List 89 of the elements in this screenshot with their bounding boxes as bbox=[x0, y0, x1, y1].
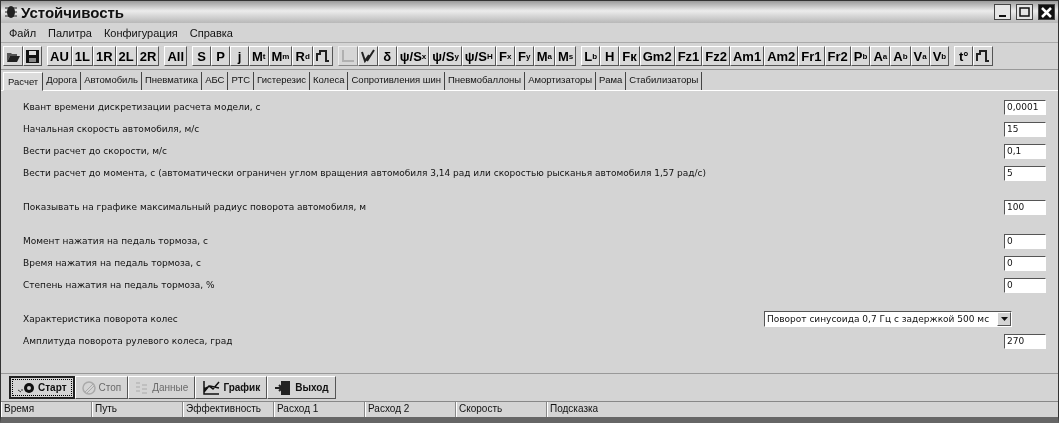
input-field[interactable]: 0,0001 bbox=[1004, 99, 1046, 115]
status-panel: Скорость bbox=[456, 402, 547, 417]
input-field[interactable]: 0 bbox=[1004, 255, 1046, 271]
menu-item[interactable]: Палитра bbox=[48, 26, 92, 39]
toolbar-button[interactable]: t° bbox=[954, 46, 974, 66]
dropdown-arrow-icon bbox=[1000, 317, 1008, 321]
toolbar-button[interactable]: Fr2 bbox=[824, 46, 851, 66]
toolbar-button[interactable] bbox=[23, 46, 42, 66]
tab[interactable]: Автомобиль bbox=[81, 72, 142, 90]
input-field[interactable]: 5 bbox=[1004, 165, 1046, 181]
action-button[interactable]: Старт bbox=[9, 376, 75, 399]
action-button[interactable]: Выход bbox=[267, 376, 336, 399]
tab[interactable]: Амортизаторы bbox=[525, 72, 597, 90]
toolbar-button[interactable]: Fz2 bbox=[702, 46, 730, 66]
v-check-icon bbox=[360, 49, 375, 63]
tab[interactable]: Пневмобаллоны bbox=[444, 72, 526, 90]
tab[interactable]: АБС bbox=[202, 72, 229, 90]
dropdown[interactable]: Поворот синусоида 0,7 Гц с задержкой 500 мс bbox=[764, 311, 1012, 327]
input-field[interactable]: 100 bbox=[1004, 199, 1046, 215]
menu-item[interactable]: Файл bbox=[9, 26, 37, 39]
field-label: Квант времени дискретизации расчета модели, с bbox=[23, 102, 261, 112]
action-button[interactable]: График bbox=[195, 376, 268, 399]
status-panel: Подсказка bbox=[547, 402, 1058, 417]
tab[interactable]: Сопротивления шин bbox=[348, 72, 445, 90]
toolbar-button[interactable]: All bbox=[164, 46, 187, 66]
window-title: Устойчивость bbox=[21, 3, 125, 21]
axes-icon bbox=[340, 49, 355, 63]
field-label: Время нажатия на педаль тормоза, с bbox=[23, 258, 201, 268]
input-field[interactable]: 0 bbox=[1004, 233, 1046, 249]
toolbar-button[interactable]: H bbox=[600, 46, 620, 66]
tab[interactable]: Гистерезис bbox=[254, 72, 310, 90]
tab[interactable]: Дорога bbox=[43, 72, 82, 90]
field-label: Вести расчет до момента, с (автоматически ограничен углом вращения автомобиля 3,14 рад или скоростью рысканья автомобиля 1,57 рад/с) bbox=[23, 168, 707, 178]
tab[interactable]: Колеса bbox=[310, 72, 349, 90]
toolbar-button[interactable]: AU bbox=[47, 46, 72, 66]
maximize-button[interactable] bbox=[1016, 4, 1033, 20]
pulse-icon bbox=[976, 50, 991, 62]
status-panel: Расход 1 bbox=[274, 402, 365, 417]
toolbar-button[interactable] bbox=[3, 46, 23, 66]
chart-icon bbox=[202, 379, 221, 396]
toolbar-button[interactable]: Fк bbox=[619, 46, 640, 66]
tab[interactable]: Стабилизаторы bbox=[626, 72, 703, 90]
minimize-button[interactable] bbox=[994, 4, 1011, 20]
maximize-icon bbox=[1019, 7, 1030, 17]
field-label: Начальная скорость автомобиля, м/с bbox=[23, 124, 200, 134]
minimize-icon bbox=[999, 15, 1006, 17]
field-label: Амплитуда поворота рулевого колеса, град bbox=[23, 336, 233, 346]
tab[interactable]: РТС bbox=[228, 72, 255, 90]
tab[interactable]: Пневматика bbox=[141, 72, 203, 90]
field-label: Показывать на графике максимальный радиус поворота автомобиля, м bbox=[23, 202, 366, 212]
toolbar-button[interactable]: Fr1 bbox=[798, 46, 825, 66]
app-icon bbox=[4, 5, 18, 19]
toolbar-button[interactable] bbox=[973, 46, 994, 66]
stop-icon bbox=[81, 380, 96, 395]
status-panel: Путь bbox=[92, 402, 183, 417]
toolbar-button[interactable]: 2L bbox=[115, 46, 137, 66]
status-panel: Время bbox=[1, 402, 92, 417]
toolbar-button[interactable] bbox=[357, 46, 378, 66]
toolbar-button[interactable]: S bbox=[192, 46, 211, 66]
save-icon bbox=[26, 49, 39, 63]
toolbar-button[interactable]: 1L bbox=[71, 46, 93, 66]
input-field[interactable]: 15 bbox=[1004, 121, 1046, 137]
toolbar-button[interactable]: j bbox=[230, 46, 249, 66]
field-label: Степень нажатия на педаль тормоза, % bbox=[23, 280, 215, 290]
toolbar-button[interactable]: 2R bbox=[136, 46, 160, 66]
toolbar-button[interactable]: Am1 bbox=[730, 46, 765, 66]
toolbar-button[interactable]: Am2 bbox=[764, 46, 799, 66]
exit-door-icon bbox=[274, 379, 293, 396]
toolbar-button[interactable]: 1R bbox=[92, 46, 116, 66]
field-label: Момент нажатия на педаль тормоза, с bbox=[23, 236, 209, 246]
close-icon bbox=[1041, 6, 1052, 18]
input-field[interactable]: 0 bbox=[1004, 277, 1046, 293]
toolbar-button[interactable]: Fz1 bbox=[674, 46, 703, 66]
menu-item[interactable]: Конфигурация bbox=[103, 26, 178, 39]
field-label: Вести расчет до скорости, м/с bbox=[23, 146, 167, 156]
start-icon bbox=[17, 381, 35, 394]
field-label: Характеристика поворота колес bbox=[23, 314, 178, 324]
status-panel: Эффективность bbox=[183, 402, 274, 417]
input-field[interactable]: 270 bbox=[1004, 333, 1046, 349]
toolbar-button[interactable]: Gm2 bbox=[639, 46, 675, 66]
status-panel: Расход 2 bbox=[365, 402, 456, 417]
toolbar-button[interactable] bbox=[312, 46, 333, 66]
input-field[interactable]: 0,1 bbox=[1004, 143, 1046, 159]
toolbar-button[interactable]: P bbox=[211, 46, 230, 66]
close-button[interactable] bbox=[1038, 4, 1055, 20]
pulse-icon bbox=[315, 50, 330, 62]
menu-item[interactable]: Справка bbox=[189, 26, 233, 39]
tab[interactable]: Расчет bbox=[3, 72, 44, 91]
tab[interactable]: Рама bbox=[596, 72, 627, 90]
